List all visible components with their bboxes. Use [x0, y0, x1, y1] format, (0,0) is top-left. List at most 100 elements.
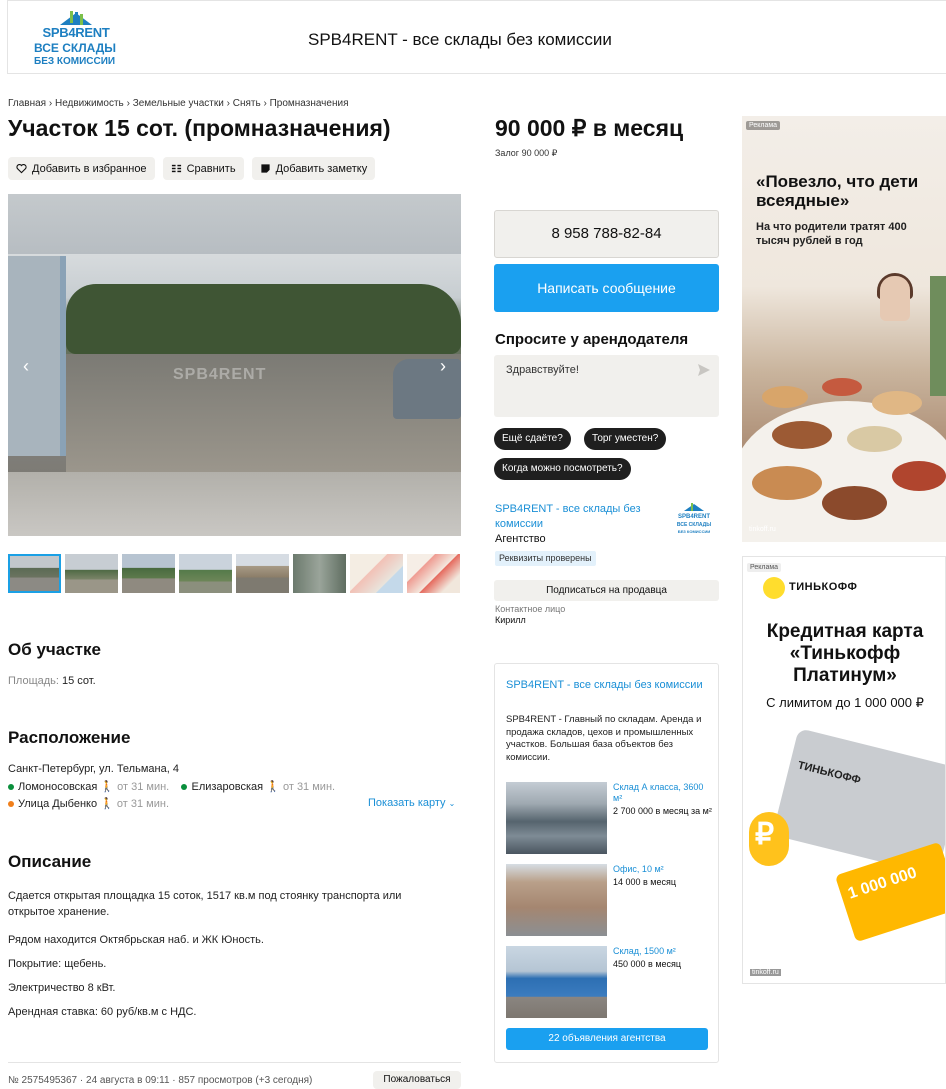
thumbnail[interactable]: [8, 554, 61, 593]
site-header: SPB4RENT ВСЕ СКЛАДЫ БЕЗ КОМИССИИ SPB4REN…: [7, 0, 946, 74]
quick-question-chip[interactable]: Ещё сдаёте?: [494, 428, 571, 450]
price: 90 000 ₽ в месяц: [495, 115, 684, 141]
ad-label: Реклама: [746, 121, 781, 130]
show-map-label: Показать карту: [368, 797, 446, 809]
agency-listing-title[interactable]: Офис, 10 м²: [613, 864, 713, 875]
seller-logo-brand: SPB4RENT: [678, 514, 710, 520]
send-icon[interactable]: [697, 363, 711, 377]
agency-listing-image: [506, 864, 607, 936]
quick-question-chip[interactable]: Торг уместен?: [584, 428, 667, 450]
compare-button[interactable]: Сравнить: [162, 157, 244, 180]
breadcrumb: Главная › Недвижимость › Земельные участ…: [8, 98, 348, 109]
thumbnail[interactable]: [350, 554, 403, 593]
breadcrumb-item[interactable]: Промназначения: [270, 98, 349, 109]
heart-icon: [16, 164, 27, 174]
description-paragraph: Рядом находится Октябрьская наб. и ЖК Юн…: [8, 934, 264, 946]
site-logo[interactable]: SPB4RENT ВСЕ СКЛАДЫ БЕЗ КОМИССИИ: [34, 11, 118, 69]
agency-listing-image: [506, 782, 607, 854]
walking-icon: 🚶: [100, 798, 114, 810]
thumbnail[interactable]: [407, 554, 460, 593]
write-message-button[interactable]: Написать сообщение: [494, 264, 719, 312]
complain-button[interactable]: Пожаловаться: [373, 1071, 461, 1089]
breadcrumb-item[interactable]: Земельные участки: [133, 98, 224, 109]
metro-station[interactable]: Елизаровская 🚶 от 31 мин.: [181, 781, 335, 793]
gallery-next-arrow-icon[interactable]: ›: [433, 354, 453, 378]
metro-station-name: Ломоносовская: [18, 781, 98, 793]
compare-label: Сравнить: [186, 162, 236, 175]
agency-listing-image: [506, 946, 607, 1018]
ask-heading: Спросите у арендодателя: [495, 331, 689, 348]
add-note-button[interactable]: Добавить заметку: [251, 157, 376, 180]
tinkoff-logo-icon: [763, 577, 785, 599]
metro-station-name: Улица Дыбенко: [18, 798, 98, 810]
seller-logo-tagline-2: БЕЗ КОМИССИИ: [678, 529, 711, 534]
walking-icon: 🚶: [266, 781, 280, 793]
agency-listing-title[interactable]: Склад, 1500 м²: [613, 946, 713, 957]
ask-message-input[interactable]: Здравствуйте!: [506, 364, 579, 376]
photo-trees: [66, 284, 461, 354]
note-icon: [260, 164, 270, 173]
thumbnail[interactable]: [122, 554, 175, 593]
agency-listing[interactable]: Офис, 10 м² 14 000 в месяц: [506, 864, 711, 936]
ask-message-box[interactable]: Здравствуйте!: [494, 355, 719, 417]
phone-button[interactable]: 8 958 788-82-84: [494, 210, 719, 258]
agency-listing[interactable]: Склад А класса, 3600 м² 2 700 000 в меся…: [506, 782, 713, 854]
metro-line-dot: [8, 801, 14, 808]
metro-time: от 31 мин.: [117, 781, 170, 793]
contact-person-label: Контактное лицо: [495, 604, 566, 614]
note-label: Добавить заметку: [275, 162, 368, 175]
ad-plate: [822, 378, 862, 396]
metro-station[interactable]: Улица Дыбенко 🚶 от 31 мин.: [8, 798, 169, 810]
ad-subtitle: На что родители тратят 400 тысяч рублей …: [756, 221, 907, 247]
metro-station[interactable]: Ломоносовская 🚶 от 31 мин.: [8, 781, 169, 793]
logo-tagline-1: ВСЕ СКЛАДЫ: [34, 41, 117, 55]
ad-label: Реклама: [747, 563, 782, 572]
seller-name-link[interactable]: SPB4RENT - все склады без комиссии: [495, 502, 655, 532]
ad-subtitle: С лимитом до 1 000 000 ₽: [766, 695, 924, 710]
metro-time: от 31 мин.: [282, 781, 336, 793]
header-title: SPB4RENT - все склады без комиссии: [308, 30, 612, 49]
thumbnail[interactable]: [179, 554, 232, 593]
ad-domain: tinkoff.ru: [749, 526, 776, 533]
metro-row: Улица Дыбенко 🚶 от 31 мин.: [8, 797, 169, 810]
ad-plate: [752, 466, 822, 500]
metro-station-name: Елизаровская: [191, 781, 264, 793]
thumbnail[interactable]: [65, 554, 118, 593]
breadcrumb-item[interactable]: Снять: [233, 98, 261, 109]
quick-question-chip[interactable]: Когда можно посмотреть?: [494, 458, 631, 480]
thumbnail[interactable]: [293, 554, 346, 593]
ad-plate: [772, 421, 832, 449]
chevron-down-icon: ⌄: [448, 799, 456, 808]
add-to-favorites-button[interactable]: Добавить в избранное: [8, 157, 155, 180]
agency-listing[interactable]: Склад, 1500 м² 450 000 в месяц: [506, 946, 711, 1018]
ad-headline: Кредитная карта «Тинькофф Платинум»: [766, 621, 924, 686]
area-label: Площадь:: [8, 675, 59, 687]
breadcrumb-item[interactable]: Недвижимость: [55, 98, 124, 109]
verified-badge: Реквизиты проверены: [495, 551, 596, 566]
ad-plate: [872, 391, 922, 415]
seller-logo-tagline-1: ВСЕ СКЛАДЫ: [677, 522, 711, 528]
all-agency-listings-button[interactable]: 22 объявления агентства: [506, 1028, 708, 1050]
gallery-prev-arrow-icon[interactable]: ‹: [16, 354, 36, 378]
photo-gallery[interactable]: SPB4RENT ‹ ›: [8, 194, 461, 536]
agency-name-link[interactable]: SPB4RENT - все склады без комиссии: [506, 678, 706, 693]
ad-plant: [930, 276, 946, 396]
breadcrumb-separator: ›: [126, 98, 130, 109]
agency-listing-price: 450 000 в месяц: [613, 959, 682, 969]
thumbnail-strip: [8, 554, 460, 593]
ad-banner[interactable]: Реклама ТИНЬКОФФ Кредитная карта «Тинько…: [742, 556, 946, 984]
address: Санкт-Петербург, ул. Тельмана, 4: [8, 763, 179, 775]
show-map-link[interactable]: Показать карту ⌄: [368, 797, 455, 809]
favorite-label: Добавить в избранное: [32, 162, 147, 175]
thumbnail[interactable]: [236, 554, 289, 593]
seller-logo[interactable]: SPB4RENT ВСЕ СКЛАДЫ БЕЗ КОМИССИИ: [670, 502, 718, 536]
description-paragraph: Электричество 8 кВт.: [8, 982, 116, 994]
subscribe-seller-button[interactable]: Подписаться на продавца: [494, 580, 719, 601]
agency-listing-title[interactable]: Склад А класса, 3600 м²: [613, 782, 713, 804]
ad-plate: [892, 461, 946, 491]
deposit: Залог 90 000 ₽: [495, 148, 558, 158]
breadcrumb-item[interactable]: Главная: [8, 98, 46, 109]
ad-banner[interactable]: Реклама «Повезло, что дети всеядные» На …: [742, 116, 946, 542]
ad-plate: [822, 486, 887, 520]
ad-plate: [847, 426, 902, 452]
